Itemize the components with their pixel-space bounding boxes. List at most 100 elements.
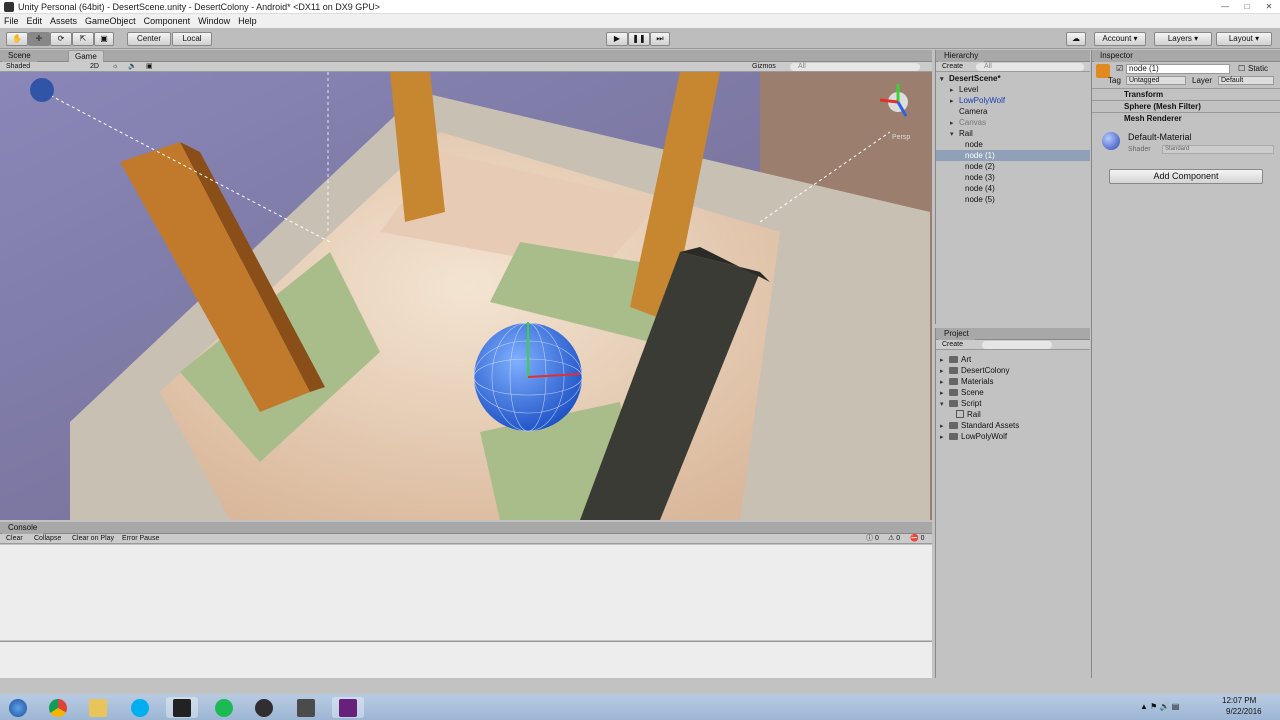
tab-project[interactable]: Project bbox=[938, 328, 975, 340]
scene-viewport bbox=[0, 72, 932, 520]
list-item[interactable]: ▸ Canvas bbox=[936, 117, 1090, 128]
cloud-button[interactable]: ☁ bbox=[1066, 32, 1086, 46]
list-item[interactable]: node (3) bbox=[936, 172, 1090, 183]
list-item[interactable]: ▾ Script bbox=[936, 398, 1090, 409]
pause-button[interactable]: ❚❚ bbox=[628, 32, 650, 46]
maximize-button[interactable]: □ bbox=[1236, 1, 1258, 12]
layers-dropdown[interactable]: Layers ▾ bbox=[1154, 32, 1212, 46]
tab-console[interactable]: Console bbox=[2, 522, 44, 534]
windows-logo-icon bbox=[9, 698, 27, 717]
list-item-selected[interactable]: node (1) bbox=[936, 150, 1090, 161]
list-item[interactable]: node bbox=[936, 139, 1090, 150]
audio-icon[interactable]: 🔈 bbox=[128, 62, 137, 72]
error-count-toggle[interactable]: ⛔ 0 bbox=[910, 534, 925, 544]
menu-help[interactable]: Help bbox=[234, 14, 261, 28]
taskbar-obs[interactable] bbox=[248, 697, 280, 718]
list-item[interactable]: ▾ Rail bbox=[936, 128, 1090, 139]
list-item[interactable]: ▸ Art bbox=[936, 354, 1090, 365]
component-mesh-filter[interactable]: Sphere (Mesh Filter) bbox=[1092, 100, 1280, 112]
list-item[interactable]: node (4) bbox=[936, 183, 1090, 194]
active-checkbox[interactable]: ☑ bbox=[1116, 64, 1123, 73]
hand-tool-button[interactable]: ✋ bbox=[6, 32, 28, 46]
taskbar-skype[interactable] bbox=[124, 697, 156, 718]
list-item[interactable]: node (2) bbox=[936, 161, 1090, 172]
project-search-input[interactable] bbox=[982, 341, 1052, 349]
2d-toggle[interactable]: 2D bbox=[90, 62, 99, 72]
warning-count-toggle[interactable]: ⚠ 0 bbox=[888, 534, 900, 544]
list-item[interactable]: Camera bbox=[936, 106, 1090, 117]
menu-window[interactable]: Window bbox=[194, 14, 234, 28]
clock-date[interactable]: 9/22/2016 bbox=[1226, 707, 1262, 716]
component-transform[interactable]: Transform bbox=[1092, 88, 1280, 100]
tag-dropdown[interactable]: Untagged bbox=[1126, 76, 1186, 85]
list-item[interactable]: ▸ Scene bbox=[936, 387, 1090, 398]
menu-edit[interactable]: Edit bbox=[23, 14, 47, 28]
console-log-area[interactable] bbox=[0, 545, 932, 640]
menu-component[interactable]: Component bbox=[140, 14, 195, 28]
shader-dropdown[interactable]: Standard bbox=[1162, 145, 1274, 154]
static-label: Static bbox=[1248, 64, 1269, 73]
add-component-button[interactable]: Add Component bbox=[1109, 169, 1263, 184]
list-item[interactable]: ▸ Standard Assets bbox=[936, 420, 1090, 431]
list-item[interactable]: ▸ LowPolyWolf bbox=[936, 431, 1090, 442]
rotate-tool-button[interactable]: ⟳ bbox=[50, 32, 72, 46]
clear-on-play-button[interactable]: Clear on Play bbox=[72, 534, 114, 544]
list-item[interactable]: Rail bbox=[936, 409, 1090, 420]
space-local-button[interactable]: Local bbox=[172, 32, 212, 46]
shading-dropdown[interactable]: Shaded bbox=[6, 62, 30, 72]
menu-assets[interactable]: Assets bbox=[46, 14, 81, 28]
hierarchy-search-input[interactable]: All bbox=[976, 63, 1084, 71]
close-button[interactable]: ✕ bbox=[1258, 1, 1280, 12]
folder-icon bbox=[949, 378, 958, 385]
taskbar-spotify[interactable] bbox=[208, 697, 240, 718]
taskbar-unity[interactable] bbox=[166, 697, 198, 718]
list-item[interactable]: ▸ Level bbox=[936, 84, 1090, 95]
list-item[interactable]: ▸ DesertColony bbox=[936, 365, 1090, 376]
taskbar-explorer[interactable] bbox=[82, 697, 114, 718]
scene-search-input[interactable]: All bbox=[790, 63, 920, 71]
static-checkbox[interactable]: ☐ bbox=[1238, 64, 1245, 73]
gizmos-dropdown[interactable]: Gizmos bbox=[752, 62, 776, 72]
taskbar-sublime[interactable] bbox=[290, 697, 322, 718]
tab-inspector[interactable]: Inspector bbox=[1094, 50, 1139, 62]
pivot-center-button[interactable]: Center bbox=[127, 32, 171, 46]
account-dropdown[interactable]: Account ▾ bbox=[1094, 32, 1146, 46]
console-detail-area[interactable] bbox=[0, 641, 932, 678]
project-create-dropdown[interactable]: Create bbox=[942, 340, 963, 350]
taskbar-chrome[interactable] bbox=[42, 697, 74, 718]
tab-game[interactable]: Game bbox=[68, 50, 104, 62]
clock-time[interactable]: 12:07 PM bbox=[1222, 696, 1256, 705]
tray-icons[interactable]: ▲ ⚑ 🔊 ▤ bbox=[1140, 702, 1179, 711]
scale-tool-button[interactable]: ⇱ bbox=[72, 32, 94, 46]
list-item[interactable]: ▸ LowPolyWolf bbox=[936, 95, 1090, 106]
clear-button[interactable]: Clear bbox=[6, 534, 23, 544]
step-button[interactable]: ⏭ bbox=[650, 32, 670, 46]
taskbar-visual-studio[interactable] bbox=[332, 697, 364, 718]
list-item[interactable]: node (5) bbox=[936, 194, 1090, 205]
play-button[interactable]: ▶ bbox=[606, 32, 628, 46]
layout-dropdown[interactable]: Layout ▾ bbox=[1216, 32, 1272, 46]
object-name-field[interactable]: node (1) bbox=[1126, 64, 1230, 74]
move-tool-button[interactable]: ✛ bbox=[28, 32, 50, 46]
collapse-button[interactable]: Collapse bbox=[34, 534, 61, 544]
menu-file[interactable]: File bbox=[0, 14, 23, 28]
info-count-toggle[interactable]: ⓘ 0 bbox=[866, 534, 879, 544]
menu-gameobject[interactable]: GameObject bbox=[81, 14, 140, 28]
scene-root[interactable]: ▾ DesertScene* bbox=[936, 73, 1090, 84]
effects-icon[interactable]: ▣ bbox=[146, 62, 153, 72]
rect-tool-button[interactable]: ▣ bbox=[94, 32, 114, 46]
error-pause-button[interactable]: Error Pause bbox=[122, 534, 159, 544]
list-item[interactable]: ▸ Materials bbox=[936, 376, 1090, 387]
tab-scene[interactable]: Scene bbox=[2, 50, 37, 62]
component-mesh-renderer[interactable]: Mesh Renderer bbox=[1092, 112, 1280, 124]
tab-hierarchy[interactable]: Hierarchy bbox=[938, 50, 985, 62]
obs-icon bbox=[255, 698, 273, 717]
layer-dropdown[interactable]: Default bbox=[1218, 76, 1274, 85]
minimize-button[interactable]: — bbox=[1214, 1, 1236, 12]
light-icon[interactable]: ☼ bbox=[112, 62, 118, 72]
window-title: Unity Personal (64bit) - DesertScene.uni… bbox=[18, 2, 380, 12]
scene-root-label: DesertScene* bbox=[949, 74, 1001, 83]
scene-view[interactable]: Persp bbox=[0, 72, 932, 520]
start-button[interactable] bbox=[2, 697, 34, 718]
hierarchy-create-dropdown[interactable]: Create bbox=[942, 62, 963, 72]
